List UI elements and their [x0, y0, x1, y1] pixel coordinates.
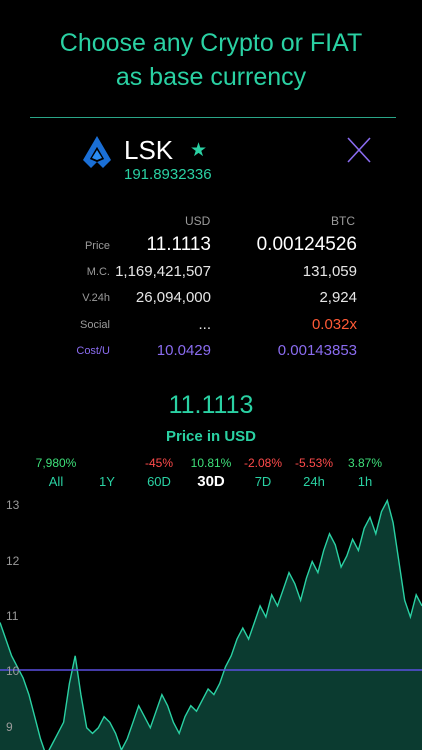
- headline-line2: as base currency: [115, 63, 307, 91]
- y-tick-label: 11: [6, 608, 19, 623]
- price-label: Price in USD: [165, 428, 257, 445]
- tab-24h[interactable]: 24h: [292, 474, 336, 489]
- price-area: [0, 500, 422, 750]
- change-all: 7,980%: [35, 456, 77, 470]
- coin-amount: 191.8932336: [124, 166, 212, 183]
- btc-marketcap: 131,059: [302, 263, 357, 280]
- tab-7d[interactable]: 7D: [241, 474, 285, 489]
- tab-30d[interactable]: 30D: [189, 473, 233, 490]
- change-30d: 10.81%: [190, 456, 232, 470]
- y-tick-label: 12: [6, 553, 20, 568]
- tab-60d[interactable]: 60D: [137, 474, 181, 489]
- btc-price: 0.00124526: [256, 234, 357, 255]
- favorite-star-icon[interactable]: ★: [190, 139, 207, 162]
- headline-line1: Choose any Crypto or FIAT: [59, 29, 363, 57]
- close-icon[interactable]: [345, 136, 373, 164]
- tab-all[interactable]: All: [34, 474, 78, 489]
- change-1h: 3.87%: [347, 456, 383, 470]
- column-header-btc: BTC: [331, 214, 355, 228]
- price-chart[interactable]: [0, 495, 422, 750]
- y-tick-label: 9: [6, 719, 13, 734]
- btc-volume: 2,924: [319, 289, 357, 306]
- tab-1y[interactable]: 1Y: [85, 474, 129, 489]
- tab-1h[interactable]: 1h: [343, 474, 387, 489]
- btc-social: 0.032x: [311, 316, 357, 333]
- y-tick-label: 13: [6, 498, 20, 513]
- coin-symbol: LSK: [124, 135, 174, 165]
- column-header-usd: USD: [185, 214, 211, 228]
- current-price: 11.1113: [168, 391, 254, 419]
- y-tick-label: 10: [6, 664, 20, 679]
- btc-cost: 0.00143853: [277, 342, 357, 359]
- change-60d: -45%: [144, 456, 173, 470]
- lisk-logo-icon: [83, 136, 111, 168]
- divider: [30, 117, 396, 118]
